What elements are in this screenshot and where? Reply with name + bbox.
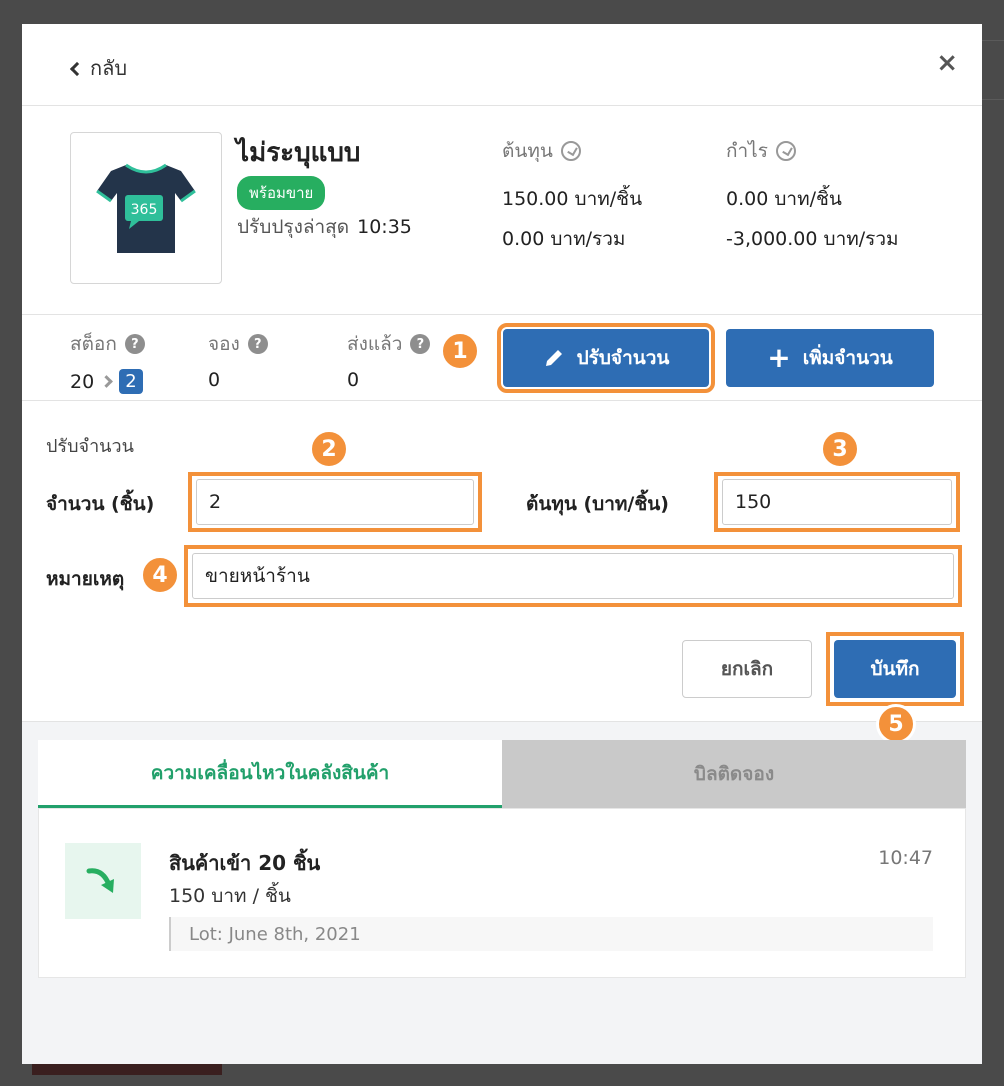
- shipped-value: 0: [347, 369, 360, 391]
- arrow-down-right-icon: [86, 868, 114, 893]
- cost-total: 0.00 บาท/รวม: [502, 228, 626, 250]
- chevron-left-icon: [69, 61, 85, 77]
- cost-field-label: ต้นทุน (บาท/ชิ้น): [526, 493, 669, 515]
- help-icon[interactable]: ?: [124, 334, 145, 354]
- stock-label: สต็อก: [70, 333, 117, 355]
- add-quantity-button[interactable]: + เพิ่มจำนวน: [726, 329, 934, 387]
- add-quantity-label: เพิ่มจำนวน: [802, 347, 893, 369]
- movement-title: สินค้าเข้า 20 ชิ้น: [169, 851, 321, 875]
- stock-count: สต็อก? 20 2: [70, 329, 145, 394]
- profit-total: -3,000.00 บาท/รวม: [726, 228, 899, 250]
- profit-label: กำไร: [726, 140, 768, 162]
- step-marker-1: 1: [440, 331, 480, 371]
- background-strip: [32, 1063, 222, 1075]
- back-button[interactable]: กลับ: [69, 52, 128, 84]
- product-thumbnail: 365: [70, 132, 222, 284]
- stock-new-value: 2: [119, 369, 143, 394]
- movement-lot: Lot: June 8th, 2021: [169, 917, 933, 951]
- product-summary: 365 ไม่ระบุแบบ พร้อมขาย ปรับปรุงล่าสุด 10…: [22, 106, 982, 315]
- adjust-quantity-button[interactable]: ปรับจำนวน: [497, 323, 715, 393]
- stock-adjust-modal: กลับ × 365 ไม่ระบุแบบ พร้อมขาย ปรับปรุงล…: [22, 24, 982, 1064]
- tab-bar: ความเคลื่อนไหวในคลังสินค้า บิลติดจอง: [38, 740, 966, 808]
- cancel-button[interactable]: ยกเลิก: [682, 640, 812, 698]
- tab-reserved-bills[interactable]: บิลติดจอง: [502, 740, 966, 808]
- cost-per-piece: 150.00 บาท/ชิ้น: [502, 188, 643, 210]
- plus-icon: +: [767, 341, 791, 374]
- last-updated: ปรับปรุงล่าสุด 10:35: [237, 212, 412, 242]
- status-badge: พร้อมขาย: [237, 176, 326, 210]
- movement-price: 150 บาท / ชิ้น: [169, 885, 291, 907]
- clock-icon[interactable]: [775, 141, 796, 161]
- tab-inventory-movement[interactable]: ความเคลื่อนไหวในคลังสินค้า: [38, 740, 502, 808]
- adjust-quantity-label: ปรับจำนวน: [576, 347, 670, 369]
- adjust-form-title: ปรับจำนวน: [46, 436, 134, 457]
- step-marker-3: 3: [820, 429, 860, 469]
- clock-icon[interactable]: [560, 141, 581, 161]
- cost-input[interactable]: 150: [722, 479, 952, 525]
- reserved-label: จอง: [208, 333, 240, 355]
- pencil-icon: [545, 350, 562, 366]
- stock-value: 20: [70, 370, 95, 393]
- save-button[interactable]: บันทึก: [834, 640, 956, 698]
- step-marker-5: 5: [876, 704, 916, 744]
- cost-label: ต้นทุน: [502, 140, 553, 162]
- cost-column: ต้นทุน 150.00 บาท/ชิ้น 0.00 บาท/รวม: [502, 136, 642, 264]
- help-icon[interactable]: ?: [410, 334, 431, 354]
- note-label: หมายเหตุ: [46, 568, 125, 590]
- back-label: กลับ: [90, 56, 128, 80]
- stock-in-icon: [65, 843, 141, 919]
- modal-header: กลับ ×: [22, 24, 982, 106]
- profit-per-piece: 0.00 บาท/ชิ้น: [726, 188, 842, 210]
- quantity-input[interactable]: 2: [196, 479, 474, 525]
- close-icon[interactable]: ×: [936, 48, 958, 78]
- list-item: สินค้าเข้า 20 ชิ้น 150 บาท / ชิ้น 10:47 …: [38, 808, 966, 978]
- profit-column: กำไร 0.00 บาท/ชิ้น -3,000.00 บาท/รวม: [726, 136, 899, 264]
- tshirt-image: 365: [96, 163, 196, 253]
- help-icon[interactable]: ?: [247, 334, 268, 354]
- quantity-label: จำนวน (ชิ้น): [46, 493, 155, 515]
- note-input[interactable]: ขายหน้าร้าน: [192, 553, 954, 599]
- thumb-text: 365: [131, 202, 158, 218]
- chevron-right-icon: [100, 375, 114, 388]
- movement-time: 10:47: [878, 847, 933, 869]
- reserved-count: จอง? 0: [208, 329, 268, 391]
- stock-bar: สต็อก? 20 2 จอง? 0 ส่งแล้ว? 0 1 ปรับจำนว…: [22, 315, 982, 401]
- background-edge: [982, 40, 1004, 100]
- shipped-label: ส่งแล้ว: [347, 333, 403, 355]
- last-updated-label: ปรับปรุงล่าสุด: [237, 216, 350, 238]
- adjust-form: ปรับจำนวน 2 3 จำนวน (ชิ้น) 2 ต้นทุน (บาท…: [22, 401, 982, 722]
- step-marker-4: 4: [140, 555, 180, 595]
- step-marker-2: 2: [309, 429, 349, 469]
- last-updated-time: 10:35: [357, 216, 412, 238]
- reserved-value: 0: [208, 369, 221, 391]
- shipped-count: ส่งแล้ว? 0: [347, 329, 431, 391]
- product-name: ไม่ระบุแบบ: [236, 138, 361, 168]
